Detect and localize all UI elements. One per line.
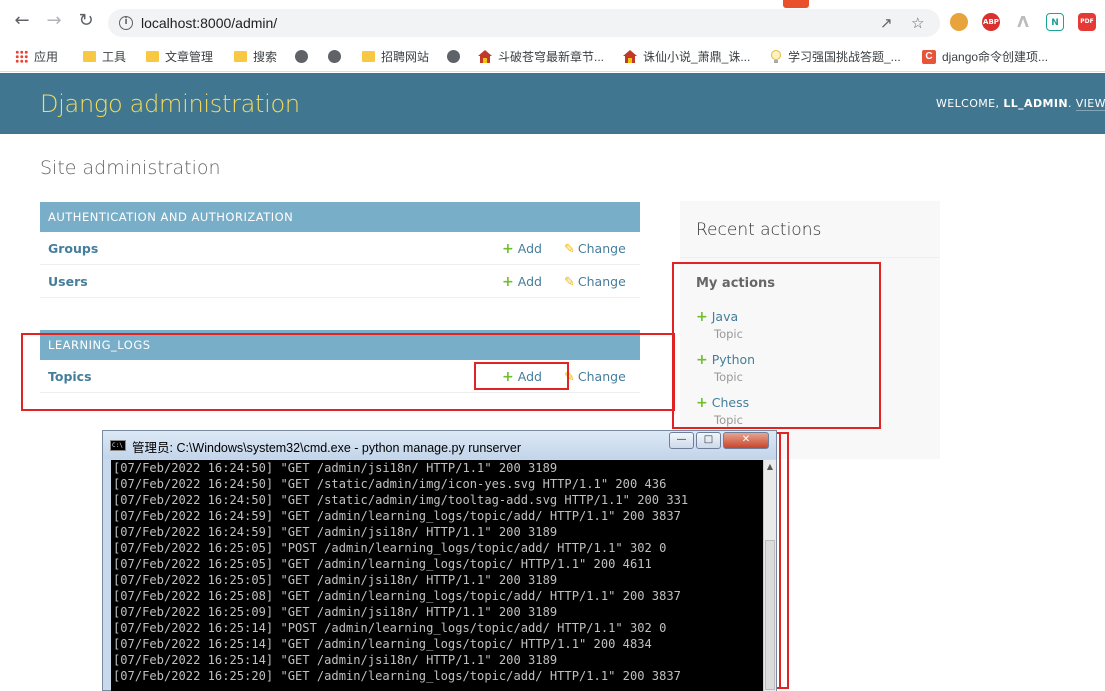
pencil-icon: ✎: [564, 275, 575, 290]
divider: [680, 257, 940, 258]
users-add-button[interactable]: + Add: [502, 274, 542, 290]
cmd-console[interactable]: [07/Feb/2022 16:24:50] "GET /admin/jsi18…: [111, 460, 771, 691]
cmd-window-title: 管理员: C:\Windows\system32\cmd.exe - pytho…: [132, 441, 522, 455]
bookmark-item-jobs[interactable]: 招聘网站: [362, 48, 429, 66]
c-icon: C: [922, 49, 936, 64]
welcome-text: WELCOME,: [936, 97, 1004, 110]
reload-icon[interactable]: ↻: [76, 11, 96, 31]
bulb-icon: [771, 49, 781, 63]
bookmark-item-apps[interactable]: 应用: [15, 48, 58, 66]
site-info-icon[interactable]: i: [119, 16, 133, 30]
share-icon[interactable]: ↗: [880, 14, 893, 32]
users-change-button[interactable]: ✎ Change: [564, 274, 626, 290]
maximize-button[interactable]: □: [696, 432, 721, 449]
bookmark-star-icon[interactable]: ☆: [911, 14, 924, 32]
site-brand[interactable]: Django administration: [40, 90, 300, 118]
back-arrow-icon[interactable]: ←: [12, 11, 32, 31]
page-title: Site administration: [40, 157, 221, 179]
globe-icon: [447, 50, 460, 64]
close-button[interactable]: ✕: [723, 432, 769, 449]
bookmarks-bar: 应用 工具 文章管理 搜索 招聘网站 斗破苍穹最新章节... 诛仙小说_萧鼎_诛…: [0, 42, 1105, 72]
browser-toolbar: ← → ↻ i localhost:8000/admin/ ↗ ☆ ABP Λ …: [0, 0, 1105, 42]
highlight-box-cmd-edge: [779, 432, 789, 689]
bookmark-item-search[interactable]: 搜索: [234, 48, 277, 66]
add-plus-icon: +: [502, 241, 514, 257]
scroll-up-arrow-icon[interactable]: ▲: [764, 460, 776, 474]
globe-icon: [328, 50, 341, 64]
highlight-box-my-actions: [672, 262, 881, 429]
extension-n-icon[interactable]: N: [1046, 13, 1064, 31]
bookmark-item-tools[interactable]: 工具: [83, 48, 126, 66]
house-icon: [478, 50, 492, 64]
recent-actions-title: Recent actions: [696, 220, 822, 240]
console-output: [07/Feb/2022 16:24:50] "GET /admin/jsi18…: [113, 460, 688, 684]
cmd-scrollbar[interactable]: ▲: [763, 460, 776, 691]
user-tools: WELCOME, LL_ADMIN. VIEW SITE: [936, 97, 1105, 111]
app-module-auth: AUTHENTICATION AND AUTHORIZATION Groups …: [40, 202, 640, 298]
groups-change-button[interactable]: ✎ Change: [564, 241, 626, 257]
django-header: Django administration WELCOME, LL_ADMIN.…: [0, 73, 1105, 134]
extension-abp-icon[interactable]: ABP: [982, 13, 1000, 31]
address-url[interactable]: localhost:8000/admin/: [141, 15, 277, 31]
minimize-button[interactable]: —: [669, 432, 694, 449]
console-line: [07/Feb/2022 16:25:20] "GET /admin/learn…: [113, 669, 681, 683]
folder-icon: [234, 51, 247, 63]
highlight-box-topics-add: [474, 362, 569, 390]
folder-icon: [362, 51, 375, 63]
model-link-users[interactable]: Users: [48, 274, 88, 289]
cmd-app-icon: C:\: [110, 440, 126, 451]
bookmark-item-globe-1[interactable]: [295, 48, 314, 66]
address-bar[interactable]: i localhost:8000/admin/ ↗ ☆: [108, 9, 940, 37]
model-link-groups[interactable]: Groups: [48, 241, 98, 256]
extension-triangle-icon[interactable]: Λ: [1014, 13, 1032, 31]
username: LL_ADMIN: [1003, 97, 1068, 110]
console-line: [07/Feb/2022 16:25:09] "GET /admin/jsi18…: [113, 605, 558, 619]
bookmark-item-xuexi[interactable]: 学习强国挑战答题_...: [770, 48, 901, 66]
console-line: [07/Feb/2022 16:25:05] "GET /admin/learn…: [113, 557, 652, 571]
bookmark-item-articles[interactable]: 文章管理: [146, 48, 213, 66]
house-icon: [623, 50, 637, 64]
apps-grid-icon: [15, 50, 28, 64]
highlight-box-learning-logs: [21, 333, 675, 411]
console-line: [07/Feb/2022 16:25:14] "GET /admin/jsi18…: [113, 653, 558, 667]
scroll-thumb[interactable]: [765, 540, 775, 690]
cmd-window: C:\ 管理员: C:\Windows\system32\cmd.exe - p…: [102, 430, 777, 691]
bookmark-item-zhuxian[interactable]: 诛仙小说_萧鼎_诛...: [623, 48, 750, 66]
console-line: [07/Feb/2022 16:25:14] "POST /admin/lear…: [113, 621, 667, 635]
topbar-cut-shape: [783, 0, 809, 8]
add-plus-icon: +: [502, 274, 514, 290]
console-line: [07/Feb/2022 16:24:59] "GET /admin/learn…: [113, 509, 681, 523]
console-line: [07/Feb/2022 16:24:50] "GET /static/admi…: [113, 477, 667, 491]
console-line: [07/Feb/2022 16:25:08] "GET /admin/learn…: [113, 589, 681, 603]
view-site-link[interactable]: VIEW SITE: [1075, 97, 1105, 111]
extension-pdf-icon[interactable]: PDF: [1078, 13, 1096, 31]
model-row-groups: Groups + Add ✎ Change: [40, 232, 640, 265]
pencil-icon: ✎: [564, 242, 575, 257]
console-line: [07/Feb/2022 16:24:50] "GET /static/admi…: [113, 493, 689, 507]
module-caption[interactable]: AUTHENTICATION AND AUTHORIZATION: [40, 202, 640, 232]
console-line: [07/Feb/2022 16:24:59] "GET /admin/jsi18…: [113, 525, 558, 539]
cmd-titlebar[interactable]: C:\ 管理员: C:\Windows\system32\cmd.exe - p…: [103, 431, 776, 459]
console-line: [07/Feb/2022 16:25:14] "GET /admin/learn…: [113, 637, 652, 651]
bookmark-item-globe-2[interactable]: [328, 48, 347, 66]
console-line: [07/Feb/2022 16:24:50] "GET /admin/jsi18…: [113, 461, 558, 475]
bookmark-item-django[interactable]: Cdjango命令创建项...: [922, 48, 1048, 66]
console-line: [07/Feb/2022 16:25:05] "POST /admin/lear…: [113, 541, 667, 555]
globe-icon: [295, 50, 308, 64]
console-line: [07/Feb/2022 16:25:05] "GET /admin/jsi18…: [113, 573, 558, 587]
forward-arrow-icon[interactable]: →: [44, 11, 64, 31]
bookmark-item-doupo[interactable]: 斗破苍穹最新章节...: [478, 48, 604, 66]
groups-add-button[interactable]: + Add: [502, 241, 542, 257]
bookmark-item-globe-3[interactable]: [447, 48, 466, 66]
folder-icon: [146, 51, 159, 63]
extension-shield-icon[interactable]: [950, 13, 968, 31]
model-row-users: Users + Add ✎ Change: [40, 265, 640, 298]
folder-icon: [83, 51, 96, 63]
